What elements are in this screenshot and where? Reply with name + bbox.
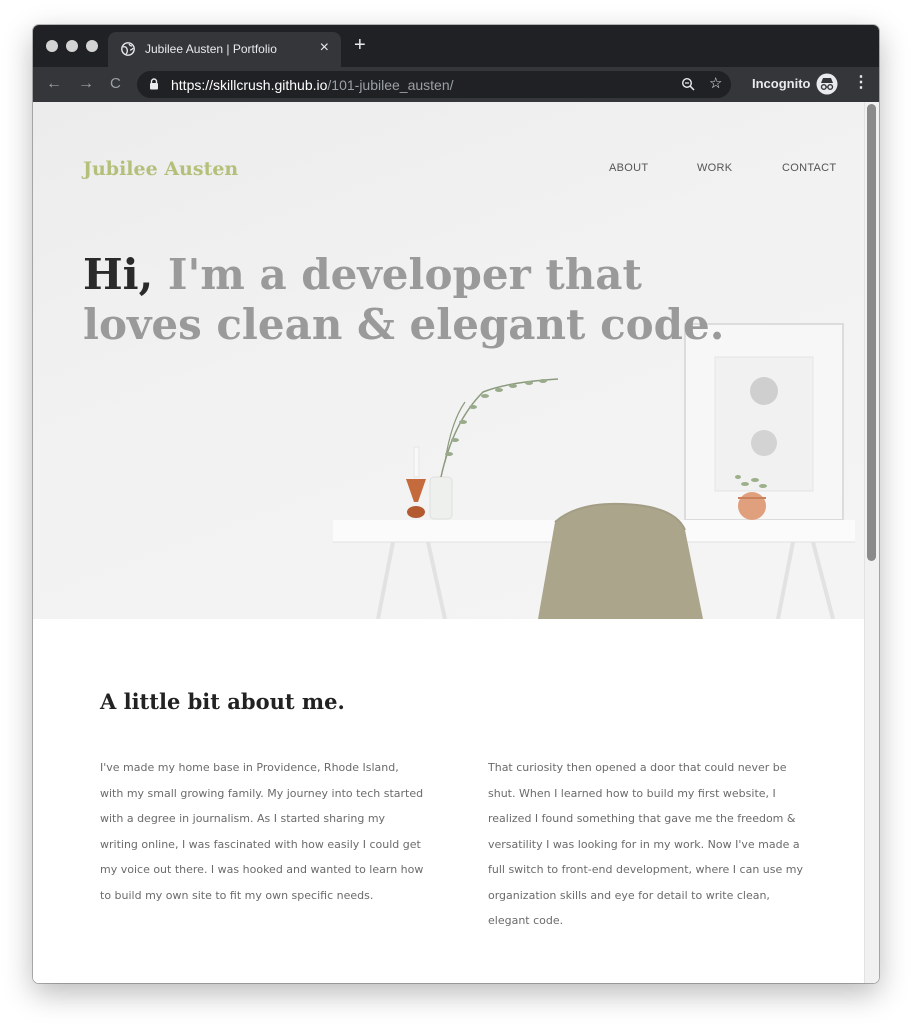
headline-tagline: I'm a developer that loves clean & elega…: [83, 250, 725, 349]
tab-close-icon[interactable]: ×: [320, 39, 329, 57]
maximize-window-button[interactable]: [86, 40, 98, 52]
globe-icon: [121, 42, 135, 56]
page-viewport: Jubilee Austen ABOUT WORK CONTACT Hi, I'…: [33, 102, 879, 983]
back-icon[interactable]: ←: [46, 75, 62, 93]
new-tab-button[interactable]: +: [354, 35, 366, 55]
reload-icon[interactable]: C: [110, 75, 121, 93]
address-bar[interactable]: https://skillcrush.github.io/101-jubilee…: [137, 71, 731, 98]
zoom-icon[interactable]: [681, 77, 695, 91]
about-paragraph-right: That curiosity then opened a door that c…: [488, 761, 803, 927]
site-logo[interactable]: Jubilee Austen: [83, 158, 238, 180]
url-host: https://skillcrush.github.io: [171, 77, 328, 93]
url-text: https://skillcrush.github.io/101-jubilee…: [171, 77, 454, 93]
incognito-label[interactable]: Incognito: [752, 76, 811, 91]
headline-greeting: Hi,: [83, 250, 154, 299]
nav-link-contact[interactable]: CONTACT: [782, 162, 836, 174]
minimize-window-button[interactable]: [66, 40, 78, 52]
nav-link-about[interactable]: ABOUT: [609, 162, 648, 174]
about-paragraph-left: I've made my home base in Providence, Rh…: [100, 761, 424, 902]
hero-headline: Hi, I'm a developer that loves clean & e…: [83, 250, 763, 350]
about-section: A little bit about me. I've made my home…: [33, 619, 864, 983]
hero-section: Jubilee Austen ABOUT WORK CONTACT Hi, I'…: [33, 102, 864, 619]
menu-icon[interactable]: ⋮: [853, 74, 869, 92]
browser-window: Jubilee Austen | Portfolio × + ← → C htt…: [33, 25, 879, 983]
bookmark-star-icon[interactable]: ☆: [709, 74, 722, 92]
close-window-button[interactable]: [46, 40, 58, 52]
browser-tab[interactable]: Jubilee Austen | Portfolio ×: [108, 32, 341, 67]
url-path: /101-jubilee_austen/: [327, 77, 454, 93]
scrollbar-thumb[interactable]: [867, 104, 876, 561]
nav-link-work[interactable]: WORK: [697, 162, 732, 174]
tab-strip: Jubilee Austen | Portfolio × +: [33, 25, 879, 67]
incognito-icon[interactable]: [816, 73, 838, 95]
lock-icon: [150, 78, 158, 90]
forward-icon[interactable]: →: [78, 75, 94, 93]
browser-toolbar: ← → C https://skillcrush.github.io/101-j…: [33, 67, 879, 102]
about-heading: A little bit about me.: [100, 689, 345, 714]
tab-title: Jubilee Austen | Portfolio: [145, 42, 277, 56]
